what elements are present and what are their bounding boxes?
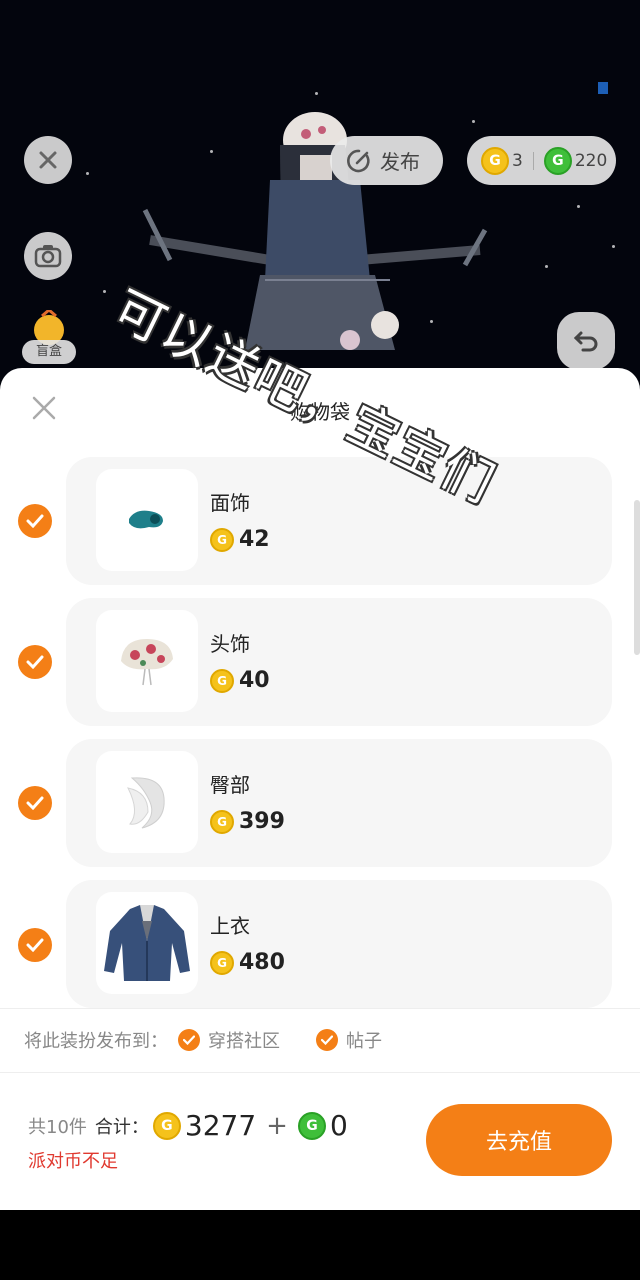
close-scene-button[interactable] xyxy=(24,136,72,184)
item-name: 头饰 xyxy=(210,632,250,656)
gold-coin-icon: G xyxy=(152,1111,181,1140)
tail-feather-icon xyxy=(127,777,165,829)
item-count: 共10件 xyxy=(28,1116,87,1138)
bottom-bar xyxy=(0,1210,640,1280)
item-price-value: 40 xyxy=(239,668,270,693)
check-icon xyxy=(316,1029,338,1051)
item-name: 臀部 xyxy=(210,773,250,797)
gold-coin-icon: G xyxy=(210,668,234,693)
item-thumbnail xyxy=(96,469,198,571)
publish-label: 发布 xyxy=(380,150,420,174)
check-icon xyxy=(178,1029,200,1051)
publish-option-label: 帖子 xyxy=(346,1031,382,1052)
face-accessory-icon xyxy=(129,510,163,529)
cart-item[interactable]: 上衣 G 480 xyxy=(66,880,612,1008)
item-price-value: 480 xyxy=(239,950,285,975)
item-price-value: 42 xyxy=(239,527,270,552)
item-price: G 42 xyxy=(210,527,270,552)
check-icon xyxy=(26,514,44,528)
item-price: G 480 xyxy=(210,950,285,975)
item-checkbox[interactable] xyxy=(18,504,52,538)
corner-indicator xyxy=(598,82,608,94)
gold-coin-icon: G xyxy=(481,146,509,175)
insufficient-warning: 派对币不足 xyxy=(28,1151,118,1172)
shopping-bag-sheet: 购物袋 面饰 G 42 头饰 G 40 臀部 G 399 上衣 G 480 将此… xyxy=(0,368,640,1210)
publish-to-row: 将此装扮发布到： 穿搭社区 帖子 xyxy=(0,1008,640,1072)
undo-icon xyxy=(573,331,598,352)
item-checkbox[interactable] xyxy=(18,645,52,679)
green-coin-icon: G xyxy=(543,146,572,175)
recharge-button[interactable]: 去充值 xyxy=(426,1104,612,1176)
jacket-icon xyxy=(104,905,190,981)
item-name: 上衣 xyxy=(210,914,250,938)
green-coin-icon: G xyxy=(297,1111,326,1140)
cart-item[interactable]: 面饰 G 42 xyxy=(66,457,612,585)
blindbox-label: 盲盒 xyxy=(22,340,76,364)
green-coin-count: 220 xyxy=(574,150,608,171)
currency-balance[interactable]: G 3 G 220 xyxy=(467,136,616,185)
item-price: G 40 xyxy=(210,668,270,693)
camera-button[interactable] xyxy=(24,232,72,280)
gold-total: 3277 xyxy=(184,1109,257,1142)
check-icon xyxy=(26,655,44,669)
plus-sign: + xyxy=(266,1110,288,1141)
check-icon xyxy=(26,796,44,810)
item-thumbnail xyxy=(96,751,198,853)
publish-button[interactable]: 发布 xyxy=(330,136,443,185)
close-icon xyxy=(39,151,57,169)
publish-icon xyxy=(347,149,370,172)
total-row: 共10件 合计： G 3277 + G 0 xyxy=(28,1109,348,1142)
gold-coin-icon: G xyxy=(210,950,234,975)
sheet-title: 购物袋 xyxy=(290,400,350,424)
item-thumbnail xyxy=(96,892,198,994)
checkout-footer: 共10件 合计： G 3277 + G 0 派对币不足 去充值 xyxy=(0,1073,640,1210)
currency-divider xyxy=(532,151,534,170)
item-price: G 399 xyxy=(210,809,285,834)
item-checkbox[interactable] xyxy=(18,786,52,820)
undo-button[interactable] xyxy=(557,312,615,370)
publish-option-label: 穿搭社区 xyxy=(208,1031,280,1052)
publish-to-label: 将此装扮发布到： xyxy=(24,1031,168,1052)
item-price-value: 399 xyxy=(239,809,285,834)
scrollbar[interactable] xyxy=(634,500,640,655)
item-thumbnail xyxy=(96,610,198,712)
check-icon xyxy=(26,938,44,952)
green-total: 0 xyxy=(329,1109,348,1142)
gold-coin-icon: G xyxy=(210,527,234,552)
publish-option-community[interactable]: 穿搭社区 xyxy=(178,1027,280,1053)
cart-item[interactable]: 臀部 G 399 xyxy=(66,739,612,867)
blindbox-button[interactable]: 盲盒 xyxy=(22,310,76,366)
camera-icon xyxy=(34,245,62,268)
item-name: 面饰 xyxy=(210,491,250,515)
avatar-character xyxy=(142,112,488,350)
gold-coin-icon: G xyxy=(210,809,234,834)
item-checkbox[interactable] xyxy=(18,928,52,962)
gold-coin-count: 3 xyxy=(512,150,523,171)
total-label: 合计： xyxy=(94,1116,149,1138)
publish-option-post[interactable]: 帖子 xyxy=(316,1027,382,1053)
cart-item[interactable]: 头饰 G 40 xyxy=(66,598,612,726)
headwear-icon xyxy=(121,639,173,686)
